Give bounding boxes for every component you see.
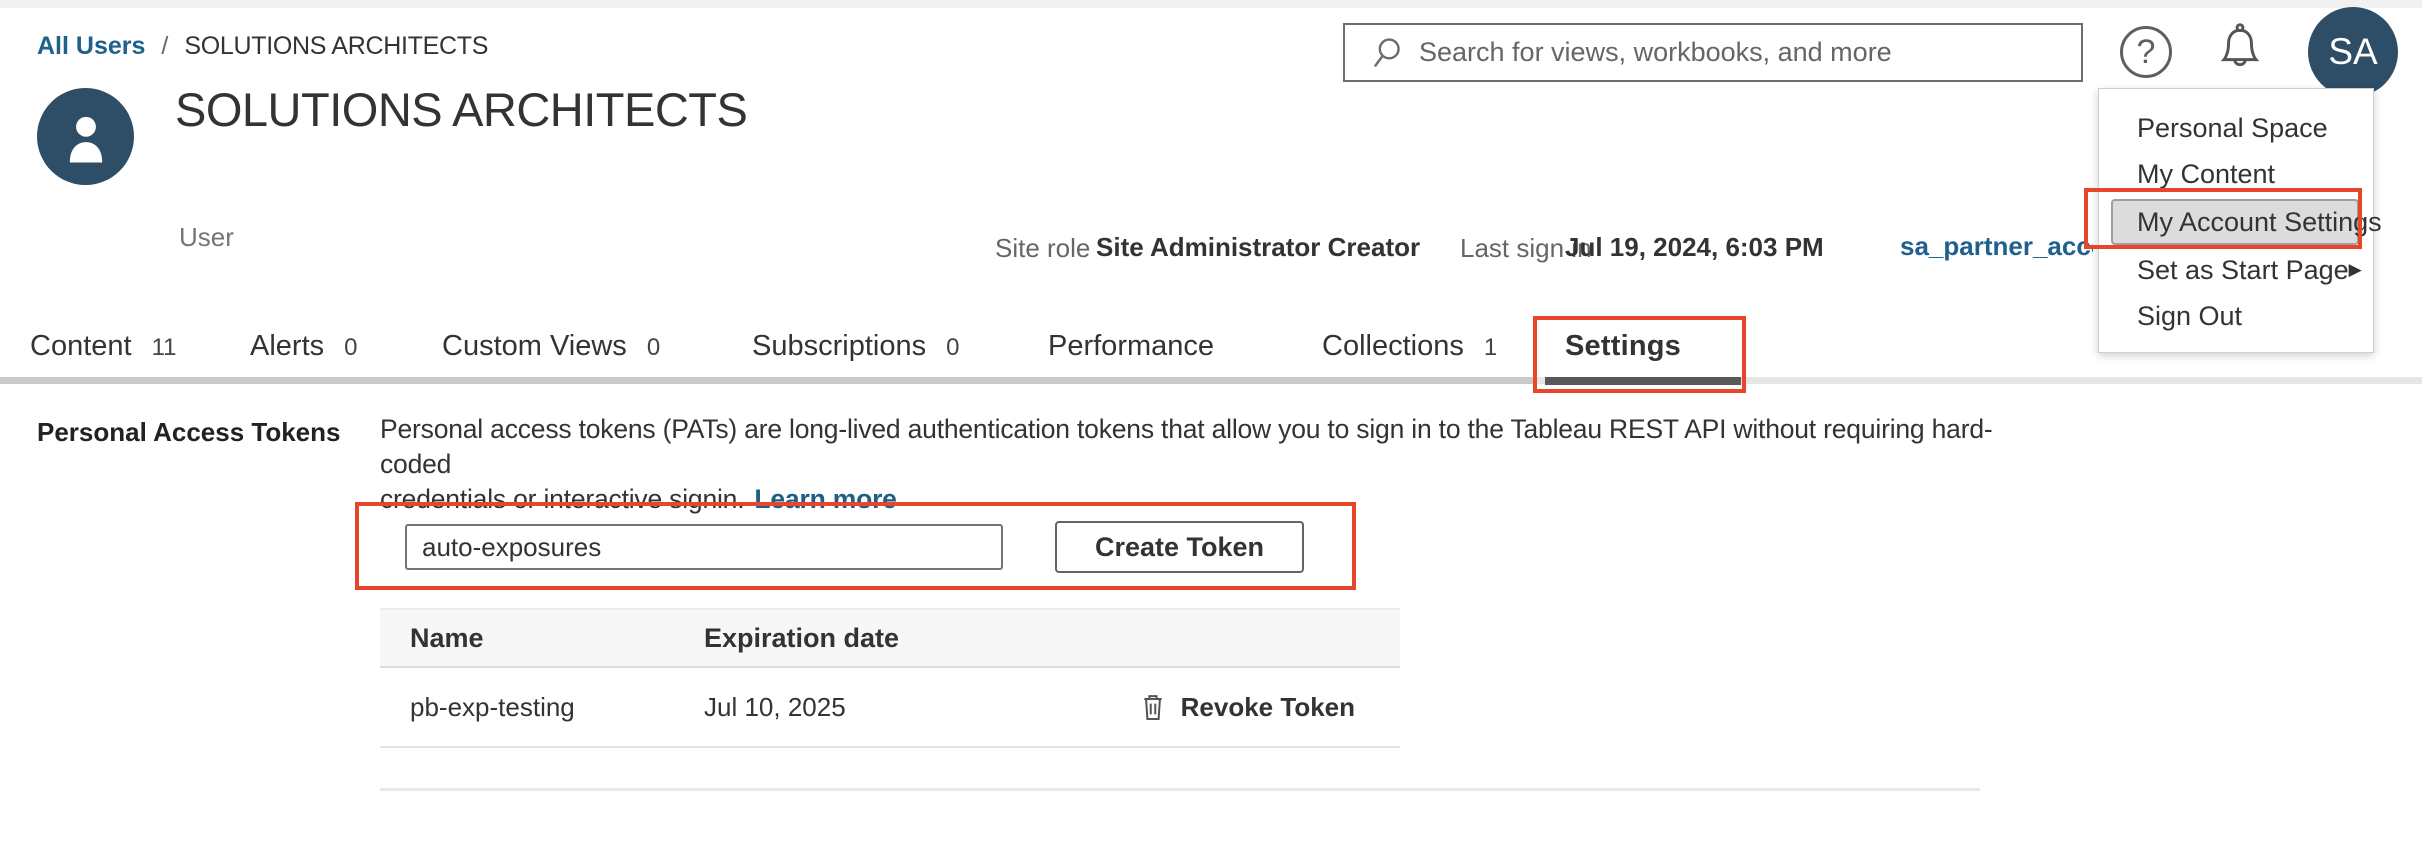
tab-count: 1 <box>1484 334 1497 362</box>
pat-description-line1: Personal access tokens (PATs) are long-l… <box>380 414 1992 479</box>
selected-tab-underline <box>1545 377 1741 385</box>
menu-item-label: Set as Start Page <box>2137 255 2349 286</box>
tab-collections[interactable]: Collections 1 <box>1322 330 1497 363</box>
breadcrumb-current-page: SOLUTIONS ARCHITECTS <box>184 32 488 61</box>
tab-settings[interactable]: Settings <box>1565 330 1681 363</box>
tab-label: Collections <box>1322 330 1464 363</box>
tab-count: 11 <box>152 334 177 362</box>
tab-label: Settings <box>1565 330 1681 363</box>
token-name-cell: pb-exp-testing <box>380 692 704 723</box>
tab-label: Custom Views <box>442 330 627 363</box>
notifications-bell-icon[interactable] <box>2208 18 2272 82</box>
create-token-button[interactable]: Create Token <box>1055 521 1304 573</box>
profile-avatar <box>37 88 134 185</box>
pat-section-title: Personal Access Tokens <box>37 417 340 448</box>
tabbar-divider-left <box>0 377 1535 384</box>
tab-label: Performance <box>1048 330 1214 363</box>
pat-description-line2: credentials or interactive signin. <box>380 484 744 514</box>
breadcrumb-all-users-link[interactable]: All Users <box>37 32 145 61</box>
menu-item-personal-space[interactable]: Personal Space <box>2099 105 2373 151</box>
tab-custom-views[interactable]: Custom Views 0 <box>442 330 660 363</box>
column-header-name: Name <box>380 623 704 654</box>
token-expiration-cell: Jul 10, 2025 <box>704 692 1104 723</box>
token-table: Name Expiration date pb-exp-testing Jul … <box>380 608 1400 748</box>
section-divider <box>380 788 1980 791</box>
tab-alerts[interactable]: Alerts 0 <box>250 330 358 363</box>
account-username-link[interactable]: sa_partner_accou <box>1900 231 2093 262</box>
token-name-input[interactable] <box>405 524 1003 570</box>
breadcrumb: All Users / SOLUTIONS ARCHITECTS <box>37 32 488 61</box>
menu-item-set-as-start-page[interactable]: Set as Start Page ▶ <box>2099 247 2373 293</box>
window-top-strip <box>0 0 2422 8</box>
help-icon[interactable]: ? <box>2120 26 2172 78</box>
site-role-value: Site Administrator Creator <box>1096 232 1420 263</box>
revoke-token-label: Revoke Token <box>1181 692 1355 723</box>
menu-item-my-account-settings[interactable]: My Account Settings <box>2111 199 2359 245</box>
search-input[interactable] <box>1419 37 2059 68</box>
avatar-initials: SA <box>2328 31 2377 73</box>
submenu-arrow-icon: ▶ <box>2349 260 2362 280</box>
tab-performance[interactable]: Performance <box>1048 330 1214 363</box>
menu-item-sign-out[interactable]: Sign Out <box>2099 293 2373 339</box>
column-header-expiration: Expiration date <box>704 623 1104 654</box>
pat-description: Personal access tokens (PATs) are long-l… <box>380 412 2020 517</box>
site-role-label: Site role <box>995 233 1090 264</box>
learn-more-link[interactable]: Learn more <box>754 484 896 514</box>
tab-subscriptions[interactable]: Subscriptions 0 <box>752 330 959 363</box>
help-glyph: ? <box>2137 33 2156 72</box>
revoke-token-button[interactable]: Revoke Token <box>1137 691 1400 723</box>
tab-label: Content <box>30 330 132 363</box>
global-search[interactable] <box>1343 23 2083 82</box>
menu-item-my-content[interactable]: My Content <box>2099 151 2373 197</box>
tab-count: 0 <box>946 334 959 362</box>
tab-count: 0 <box>647 334 660 362</box>
last-sign-in-value: Jul 19, 2024, 6:03 PM <box>1565 232 1824 263</box>
page-title: SOLUTIONS ARCHITECTS <box>175 82 747 137</box>
user-type-label: User <box>179 222 234 253</box>
user-avatar-button[interactable]: SA <box>2308 7 2398 97</box>
trash-icon <box>1137 691 1169 723</box>
search-icon <box>1365 31 1409 75</box>
tab-label: Alerts <box>250 330 324 363</box>
token-table-header: Name Expiration date <box>380 608 1400 668</box>
tab-content[interactable]: Content 11 <box>30 330 177 363</box>
table-row: pb-exp-testing Jul 10, 2025 Revoke Token <box>380 668 1400 748</box>
tab-label: Subscriptions <box>752 330 926 363</box>
person-icon <box>50 101 122 173</box>
tab-count: 0 <box>344 334 357 362</box>
user-account-menu: Personal Space My Content My Account Set… <box>2098 88 2374 353</box>
breadcrumb-separator: / <box>161 32 168 61</box>
